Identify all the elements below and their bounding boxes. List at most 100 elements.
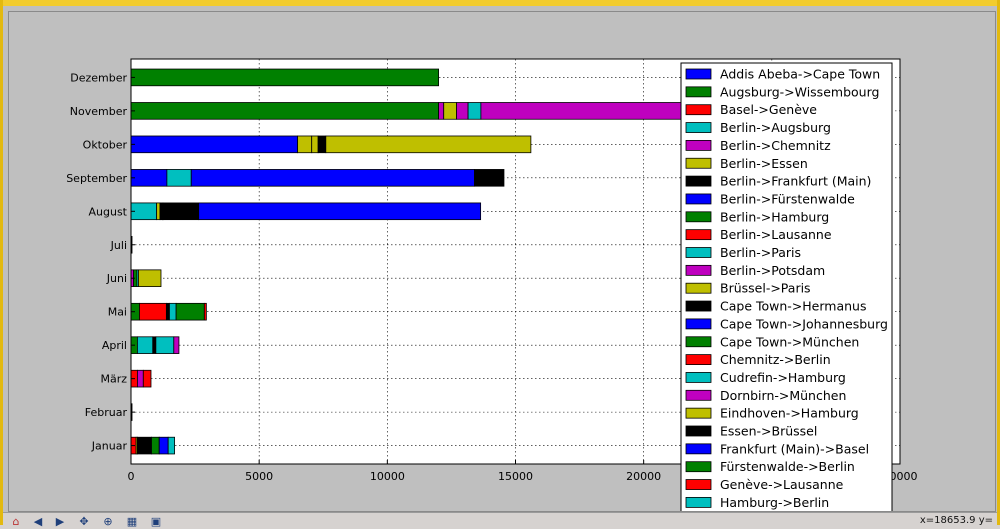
legend-entry: Berlin->Frankfurt (Main)	[720, 174, 871, 189]
legend-swatch	[685, 104, 712, 116]
legend-swatch	[685, 175, 712, 187]
legend-swatch	[685, 372, 712, 383]
bar-segment	[311, 135, 319, 154]
legend-swatch	[685, 354, 712, 366]
bar-segment	[162, 202, 200, 221]
y-tick-label: Dezember	[70, 71, 127, 84]
legend-entry: Berlin->Lausanne	[720, 227, 832, 242]
y-tick-label: Februar	[85, 406, 128, 419]
bar-segment	[190, 169, 475, 187]
bar-segment	[438, 102, 445, 120]
x-tick-label: 0	[128, 470, 135, 483]
bar-segment	[297, 135, 313, 154]
bar-segment	[480, 102, 687, 120]
legend-entry: Berlin->Augsburg	[720, 120, 831, 135]
y-tick-label: September	[66, 172, 127, 185]
bar-segment	[137, 369, 144, 388]
bar-segment	[325, 135, 532, 154]
legend-swatch	[685, 122, 712, 133]
legend-entry: Addis Abeba->Cape Town	[720, 67, 880, 82]
x-tick-label: 10000	[370, 470, 405, 483]
bar-segment	[151, 436, 160, 455]
bar-segment	[198, 202, 482, 221]
x-tick-label: 20000	[626, 470, 661, 483]
legend-entry: Berlin->Paris	[720, 245, 801, 260]
bar-segment	[169, 302, 177, 321]
home-icon[interactable]: ⌂	[7, 515, 25, 529]
bar-segment	[167, 436, 175, 455]
figure-canvas[interactable]: 050001000015000200002500030000JanuarFebr…	[8, 11, 996, 512]
bar-segment	[130, 169, 168, 187]
legend-entry: Cape Town->Hermanus	[720, 299, 866, 314]
subplots-icon[interactable]: ▦	[123, 515, 141, 529]
legend-swatch	[685, 425, 712, 437]
bar-segment	[137, 336, 154, 354]
legend-swatch	[685, 68, 712, 80]
bar-segment	[474, 169, 505, 187]
y-tick-label: April	[102, 339, 127, 352]
legend-swatch	[685, 389, 712, 401]
legend-entry: Berlin->Potsdam	[720, 263, 825, 278]
legend-swatch	[685, 247, 712, 258]
legend-entry: Berlin->Fürstenwalde	[720, 191, 855, 206]
y-tick-label: Juni	[106, 272, 127, 285]
figure-window: 050001000015000200002500030000JanuarFebr…	[0, 0, 1000, 528]
legend-entry: Berlin->Essen	[720, 156, 808, 171]
coordinate-readout: x=18653.9 y=	[919, 515, 993, 526]
legend-swatch	[685, 86, 712, 98]
x-tick-label: 5000	[245, 470, 273, 483]
y-tick-label: Oktober	[83, 138, 128, 151]
bar-segment	[203, 302, 207, 321]
legend-swatch	[685, 443, 712, 455]
legend-entry: Eindhoven->Hamburg	[720, 406, 859, 421]
window-title-bar[interactable]	[3, 0, 997, 6]
bar-segment	[130, 102, 440, 120]
legend-entry: Basel->Genève	[720, 102, 817, 117]
bar-segment	[175, 302, 205, 321]
bar-segment	[130, 135, 299, 154]
legend-entry: Chemnitz->Berlin	[720, 352, 831, 367]
legend-entry: Frankfurt (Main)->Basel	[720, 441, 869, 456]
pan-icon[interactable]: ✥	[75, 515, 93, 529]
legend-swatch	[685, 479, 712, 490]
legend-entry: Berlin->Hamburg	[720, 209, 829, 224]
legend-swatch	[685, 229, 712, 241]
bar-segment	[165, 302, 170, 321]
legend-entry: Dornbirn->München	[720, 388, 846, 403]
bar-segment	[137, 436, 152, 455]
y-tick-label: März	[100, 373, 127, 386]
bar-segment	[138, 269, 162, 288]
bar-segment	[443, 102, 457, 120]
bar-segment	[173, 336, 180, 354]
bar-segment	[152, 336, 157, 354]
bar-segment	[317, 135, 327, 154]
bar-segment	[142, 369, 152, 388]
y-tick-label: August	[89, 205, 128, 218]
legend-entry: Augsburg->Wissembourg	[720, 84, 879, 99]
zoom-icon[interactable]: ⊕	[99, 515, 117, 529]
x-tick-label: 15000	[498, 470, 533, 483]
bar-segment	[155, 336, 175, 354]
legend-swatch	[685, 139, 712, 151]
bar-segment	[156, 202, 161, 221]
legend-swatch	[685, 282, 712, 294]
legend-entry: Cape Town->Johannesburg	[720, 316, 888, 331]
bar-segment	[467, 102, 482, 120]
legend-entry: Brüssel->Paris	[720, 281, 811, 296]
save-icon[interactable]: ▣	[147, 515, 165, 529]
legend-swatch	[685, 496, 712, 508]
forward-arrow-icon[interactable]: ▶	[51, 515, 69, 529]
y-tick-label: Mai	[108, 306, 127, 319]
legend-entry: Genève->Lausanne	[720, 477, 844, 492]
legend-swatch	[685, 264, 712, 276]
bar-segment	[166, 169, 192, 187]
back-arrow-icon[interactable]: ◀	[29, 515, 47, 529]
chart: 050001000015000200002500030000JanuarFebr…	[66, 58, 918, 511]
legend-entry: Cape Town->München	[720, 334, 859, 349]
legend-swatch	[685, 318, 712, 330]
legend-entry: Cudrefin->Hamburg	[720, 370, 846, 385]
legend-swatch	[685, 336, 712, 348]
legend-swatch	[685, 300, 712, 312]
bar-segment	[456, 102, 469, 120]
y-tick-label: Juli	[110, 239, 127, 252]
